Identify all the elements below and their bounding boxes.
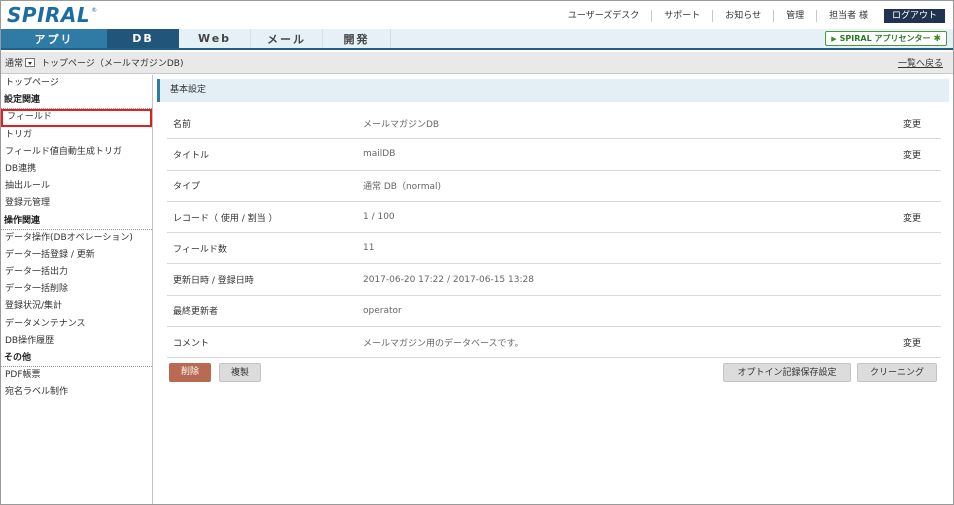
table-row: フィールド数 11	[167, 233, 941, 265]
logo-text: SPIRAL	[7, 3, 91, 27]
robot-icon: ✱	[933, 33, 941, 44]
support-link[interactable]: サポート	[652, 10, 714, 22]
main-content: 基本設定 名前 メールマガジンDB 変更 タイトル mailDB 変更 タイプ …	[157, 79, 949, 390]
copy-button[interactable]: 複製	[219, 363, 261, 383]
sidebar-item-bulk-register[interactable]: データ一括登録 / 更新	[1, 247, 152, 264]
sidebar-item-db-history[interactable]: DB操作履歴	[1, 333, 152, 350]
row-label: コメント	[173, 338, 210, 349]
row-label: フィールド数	[173, 244, 227, 255]
sidebar-item-source-management[interactable]: 登録元管理	[1, 195, 152, 212]
breadcrumb: トップページ（メールマガジンDB)	[41, 59, 184, 69]
table-row: 更新日時 / 登録日時 2017-06-20 17:22 / 2017-06-1…	[167, 264, 941, 296]
cleaning-button[interactable]: クリーニング	[857, 363, 937, 383]
logout-button[interactable]: ログアウト	[883, 9, 945, 23]
sidebar-item-data-operation[interactable]: データ操作(DBオペレーション)	[1, 230, 152, 247]
sidebar-item-extract-rule[interactable]: 抽出ルール	[1, 178, 152, 195]
admin-link[interactable]: 管理	[774, 10, 818, 22]
mode-select-value: 通常	[5, 59, 24, 69]
row-value: メールマガジン用のデータベースです。	[363, 338, 524, 349]
sidebar-item-bulk-export[interactable]: データ一括出力	[1, 264, 152, 281]
optin-settings-button[interactable]: オプトイン記録保存設定	[723, 363, 851, 383]
sidebar-item-trigger[interactable]: トリガ	[1, 127, 152, 144]
tab-dev[interactable]: 開発	[323, 29, 391, 48]
header-links: ユーザーズデスク サポート お知らせ 管理 担当者 様 ログアウト	[556, 9, 945, 23]
row-value: メールマガジンDB	[363, 119, 440, 130]
table-row: コメント メールマガジン用のデータベースです。 変更	[167, 327, 941, 359]
main-nav: アプリ DB Web メール 開発 ▶ SPIRAL アプリセンター ✱	[1, 29, 953, 50]
table-row: 最終更新者 operator	[167, 296, 941, 328]
sidebar-heading-other: その他	[1, 350, 152, 368]
table-row: タイトル mailDB 変更	[167, 139, 941, 171]
appcenter-label: SPIRAL アプリセンター	[839, 34, 931, 43]
row-label: タイトル	[173, 150, 210, 161]
change-link[interactable]: 変更	[903, 211, 921, 224]
tab-mail[interactable]: メール	[251, 29, 323, 48]
notice-link[interactable]: お知らせ	[713, 10, 775, 22]
appcenter-button[interactable]: ▶ SPIRAL アプリセンター ✱	[825, 31, 947, 46]
row-label: 更新日時 / 登録日時	[173, 276, 254, 287]
users-desk-link[interactable]: ユーザーズデスク	[556, 10, 653, 22]
change-link[interactable]: 変更	[903, 117, 921, 130]
table-row: 名前 メールマガジンDB 変更	[167, 108, 941, 140]
sidebar-item-bulk-delete[interactable]: データ一括削除	[1, 281, 152, 298]
sidebar-item-top-page[interactable]: トップページ	[1, 75, 152, 92]
table-row: レコード（ 使用 / 割当 ） 1 / 100 変更	[167, 202, 941, 234]
tab-web[interactable]: Web	[179, 29, 251, 48]
row-label: タイプ	[173, 182, 201, 193]
sidebar: トップページ 設定関連 フィールド トリガ フィールド値自動生成トリガ DB連携…	[1, 75, 153, 504]
change-link[interactable]: 変更	[903, 148, 921, 161]
action-buttons: 削除 複製 オプトイン記録保存設定 クリーニング	[167, 360, 941, 390]
sidebar-item-pdf-report[interactable]: PDF帳票	[1, 367, 152, 384]
back-to-list-link[interactable]: 一覧へ戻る	[898, 56, 943, 69]
sidebar-heading-settings: 設定関連	[1, 92, 152, 110]
sidebar-heading-operations: 操作関連	[1, 213, 152, 230]
sidebar-item-address-label[interactable]: 宛名ラベル制作	[1, 384, 152, 401]
row-label: レコード（ 使用 / 割当 ）	[173, 213, 278, 224]
spiral-logo[interactable]: SPIRAL ®	[7, 3, 98, 27]
row-value: operator	[363, 305, 402, 316]
breadcrumb-bar: 通常 トップページ（メールマガジンDB) 一覧へ戻る	[1, 52, 953, 74]
tab-db[interactable]: DB	[107, 29, 179, 48]
sidebar-item-registration-stats[interactable]: 登録状況/集計	[1, 298, 152, 315]
play-arrow-icon: ▶	[831, 34, 837, 43]
row-label: 名前	[173, 119, 192, 130]
sidebar-item-db-link[interactable]: DB連携	[1, 161, 152, 178]
top-header: SPIRAL ® ユーザーズデスク サポート お知らせ 管理 担当者 様 ログア…	[1, 1, 953, 29]
section-title: 基本設定	[157, 79, 949, 102]
settings-table: 名前 メールマガジンDB 変更 タイトル mailDB 変更 タイプ 通常 DB…	[167, 108, 941, 359]
logo-registered-mark: ®	[91, 7, 98, 14]
mode-select[interactable]: 通常	[5, 56, 36, 69]
delete-button[interactable]: 削除	[169, 363, 211, 383]
row-value: 1 / 100	[363, 212, 395, 223]
sidebar-item-data-maintenance[interactable]: データメンテナンス	[1, 316, 152, 333]
sidebar-item-field[interactable]: フィールド	[1, 109, 152, 127]
chevron-down-icon[interactable]	[25, 58, 36, 67]
table-row: タイプ 通常 DB（normal)	[167, 171, 941, 202]
row-value: 2017-06-20 17:22 / 2017-06-15 13:28	[363, 274, 534, 285]
row-label: 最終更新者	[173, 307, 219, 318]
sidebar-item-auto-field-trigger[interactable]: フィールド値自動生成トリガ	[1, 144, 152, 161]
change-link[interactable]: 変更	[903, 336, 921, 349]
row-value: 通常 DB（normal)	[363, 182, 442, 193]
user-name: 担当者 様	[829, 11, 868, 21]
row-value: 11	[363, 243, 375, 254]
row-value: mailDB	[363, 149, 396, 160]
tab-app[interactable]: アプリ	[1, 29, 107, 48]
